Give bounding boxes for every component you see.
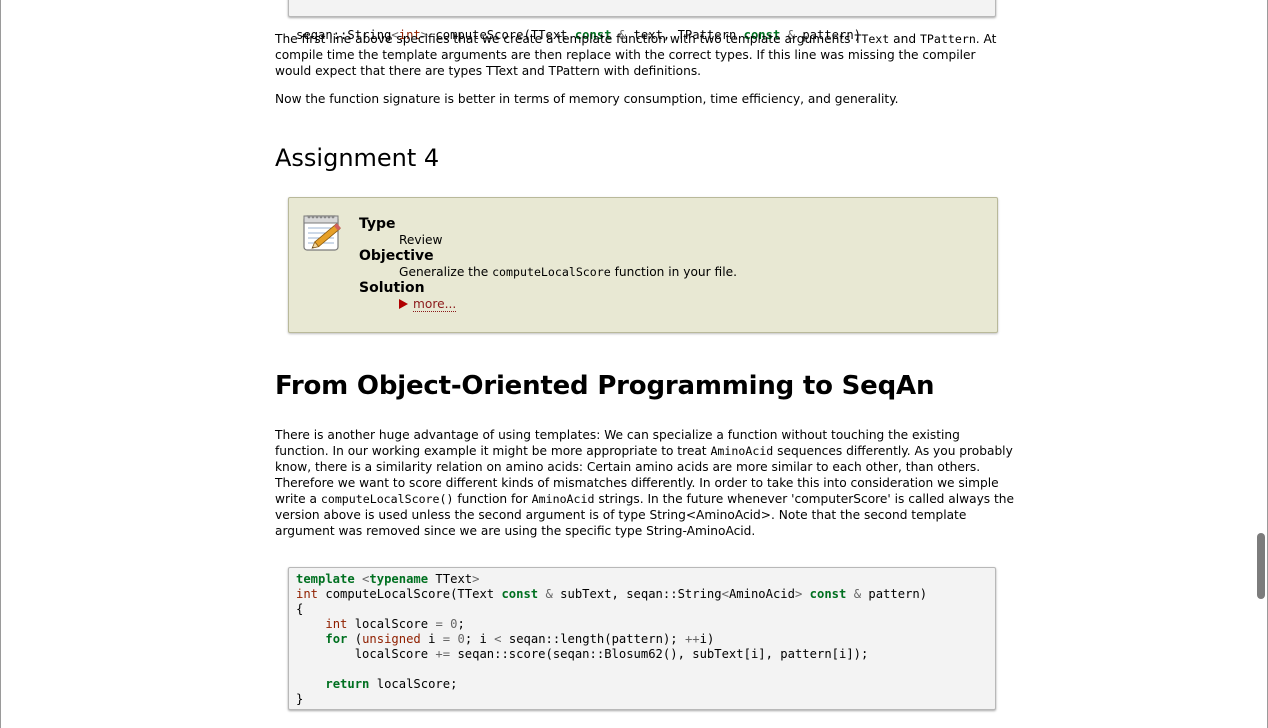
code-token: 0 [457,632,465,646]
paragraph-signature: Now the function signature is better in … [275,92,899,106]
inline-code: computeLocalScore [492,265,611,279]
code-token: computeLocalScore(TText [318,587,502,601]
solution-toggle[interactable]: more... [359,296,737,312]
code-token: AminoAcid [728,587,795,601]
section-heading: From Object-Oriented Programming to SeqA… [275,371,935,401]
code-token: += [435,647,451,661]
code-line: int localScore = 0; [296,617,988,632]
more-link[interactable]: more... [413,297,457,312]
code-token: int [296,587,319,601]
code-line: for (unsigned i = 0; i < seqan::length(p… [296,632,988,647]
code-token: const [809,587,847,601]
inline-code: AminoAcid [531,492,595,506]
assignment-details: Type Review Objective Generalize the com… [359,216,737,312]
code-token: & [545,587,553,601]
code-token: i) [699,632,715,646]
code-token: unsigned [362,632,421,646]
code-token: seqan::score(seqan::Blosum62(), subText[… [450,647,869,661]
code-token: const [501,587,539,601]
code-token: & [853,587,862,601]
text: function in your file. [610,265,737,279]
code-token: { [296,602,304,616]
text: Generalize the [399,265,493,279]
assignment-heading: Assignment 4 [275,144,440,172]
text: and [889,32,920,46]
inline-code: TText [854,32,890,46]
code-token: } [296,692,304,706]
code-token: localScore; [369,677,458,691]
code-token: pattern) [861,587,928,601]
code-line: { [296,602,988,617]
code-line: template <typename TText> [296,572,988,587]
vertical-scrollbar-thumb[interactable] [1257,533,1265,599]
code-line: int computeLocalScore(TText const & subT… [296,587,988,602]
code-token: localScore [296,647,436,661]
objective-label: Objective [359,248,434,264]
code-line: localScore += seqan::score(seqan::Blosum… [296,647,988,662]
code-token: < [721,587,729,601]
text: The first line above specifies that we c… [275,32,855,46]
notepad-pencil-icon [303,215,341,251]
code-token: seqan::length(pattern); [501,632,685,646]
code-token: = [435,617,443,631]
code-token: return [325,677,370,691]
code-line: return localScore; [296,677,988,692]
code-token: < [494,632,502,646]
code-token: ; i [464,632,495,646]
code-token: TText [428,572,473,586]
type-value: Review [399,233,443,247]
code-token: typename [369,572,429,586]
code-block-computeLocalScore: template <typename TText> int computeLoca… [288,567,996,710]
code-token: localScore [347,617,436,631]
objective-value: Generalize the computeLocalScore functio… [359,264,737,280]
code-token: subText, seqan::String [552,587,722,601]
inline-code: TPattern [919,32,976,46]
inline-code: AminoAcid [710,444,774,458]
solution-label: Solution [359,280,425,296]
inline-code: computeLocalScore() [320,492,454,506]
code-block-top: seqan::String<int> computeScore(TText co… [288,0,996,42]
code-token: ( [347,632,363,646]
code-line: } [296,692,988,707]
code-token: int [325,617,348,631]
type-label: Type [359,216,396,232]
code-token: > [472,572,480,586]
triangle-right-icon [399,299,408,309]
code-token: ++ [684,632,700,646]
paragraph-specialization: There is another huge advantage of using… [275,427,1015,539]
window-border-left [0,0,1,728]
code-token: for [325,632,348,646]
code-token: template [296,572,355,586]
paragraph-template-explanation: The first line above specifies that we c… [275,31,1015,79]
assignment-box: Type Review Objective Generalize the com… [288,197,998,333]
text: function for [453,492,532,506]
code-token: ; [457,617,465,631]
code-token: i [420,632,443,646]
